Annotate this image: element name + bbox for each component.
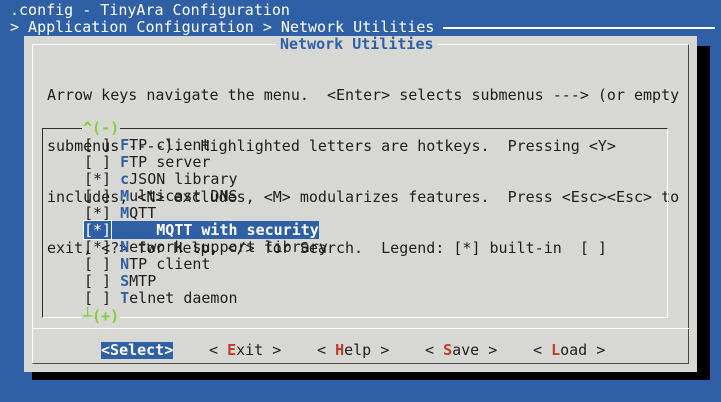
checkbox[interactable]: [*]	[82, 220, 113, 240]
hotkey: M	[120, 187, 130, 205]
hotkey: E	[227, 341, 237, 359]
menu-item-label: QTT	[129, 204, 157, 222]
hotkey: N	[120, 255, 130, 273]
menu-item-cjson-library[interactable]: [*] cJSON library	[84, 171, 328, 188]
menu-item-label: TP client	[129, 136, 211, 154]
menu-item-ftp-client[interactable]: [ ] FTP client	[84, 137, 328, 154]
title-rule	[443, 27, 715, 29]
scroll-down-indicator[interactable]: ┴(+)	[82, 307, 121, 325]
checkbox[interactable]: [ ]	[84, 153, 111, 171]
button-bar: <Select> < Exit > < Help > < Save > < Lo…	[24, 342, 697, 360]
scroll-up-indicator[interactable]: ^(-)	[82, 120, 121, 137]
hotkey: F	[120, 136, 130, 154]
checkbox[interactable]: [*]	[84, 204, 111, 222]
checkbox[interactable]: [ ]	[84, 187, 111, 205]
checkbox[interactable]: [ ]	[84, 289, 111, 307]
scroll-down-label: (+)	[92, 307, 120, 325]
hotkey: c	[120, 170, 130, 188]
menu-item-ntp-client[interactable]: [ ] NTP client	[84, 256, 328, 273]
menu-item-network-support-library[interactable]: [*] Network support library	[84, 239, 328, 256]
hotkey: S	[443, 341, 453, 359]
menu-item-label: ulticast DNS	[129, 187, 238, 205]
menu-item-ftp-server[interactable]: [ ] FTP server	[84, 154, 328, 171]
hotkey: L	[551, 341, 561, 359]
help-line: Arrow keys navigate the menu. <Enter> se…	[47, 86, 680, 104]
menu-item-telnet-daemon[interactable]: [ ] Telnet daemon	[84, 290, 328, 307]
breadcrumb: > Application Configuration > Network Ut…	[10, 18, 435, 36]
load-button[interactable]: < Load >	[533, 342, 605, 359]
window-title: .config - TinyAra Configuration	[10, 1, 290, 19]
menu-item-smtp[interactable]: [ ] SMTP	[84, 273, 328, 290]
hotkey: F	[120, 153, 130, 171]
menu-item-multicast-dns[interactable]: [ ] Multicast DNS	[84, 188, 328, 205]
checkbox[interactable]: [ ]	[84, 272, 111, 290]
selected-label: MQTT with security	[111, 221, 319, 239]
buttons-separator	[32, 328, 689, 329]
hotkey: M	[120, 204, 130, 222]
menu-item-label: TP server	[129, 153, 211, 171]
hotkey: T	[120, 289, 130, 307]
exit-button[interactable]: < Exit >	[209, 342, 281, 359]
hotkey: H	[335, 341, 345, 359]
menu-item-label: TP client	[129, 255, 211, 273]
hotkey: S	[120, 272, 130, 290]
checkbox[interactable]: [*]	[84, 170, 111, 188]
save-button[interactable]: < Save >	[425, 342, 497, 359]
menu-item-label: etwork support library	[129, 238, 328, 256]
hotkey: Q	[165, 221, 175, 239]
network-utilities-dialog: Network Utilities Arrow keys navigate th…	[24, 36, 697, 372]
dialog-title: Network Utilities	[276, 36, 438, 53]
hotkey: S	[110, 341, 120, 359]
menu-item-label: TT with security	[174, 221, 319, 239]
menu-item-mqtt-with-security[interactable]: [*] MQTT with security	[82, 220, 328, 240]
hotkey: N	[120, 238, 130, 256]
checkbox[interactable]: [ ]	[84, 255, 111, 273]
checkbox[interactable]: [ ]	[84, 136, 111, 154]
checkbox[interactable]: [*]	[84, 238, 111, 256]
menu-item-label: MTP	[129, 272, 157, 290]
menu-item-mqtt[interactable]: [*] MQTT	[84, 205, 328, 222]
menu-item-label: JSON library	[129, 170, 238, 188]
select-button[interactable]: <Select>	[101, 341, 174, 359]
menu-items: [ ] FTP client [ ] FTP server [*] cJSON …	[82, 137, 328, 307]
help-button[interactable]: < Help >	[317, 342, 389, 359]
menu-item-label: elnet daemon	[129, 289, 238, 307]
